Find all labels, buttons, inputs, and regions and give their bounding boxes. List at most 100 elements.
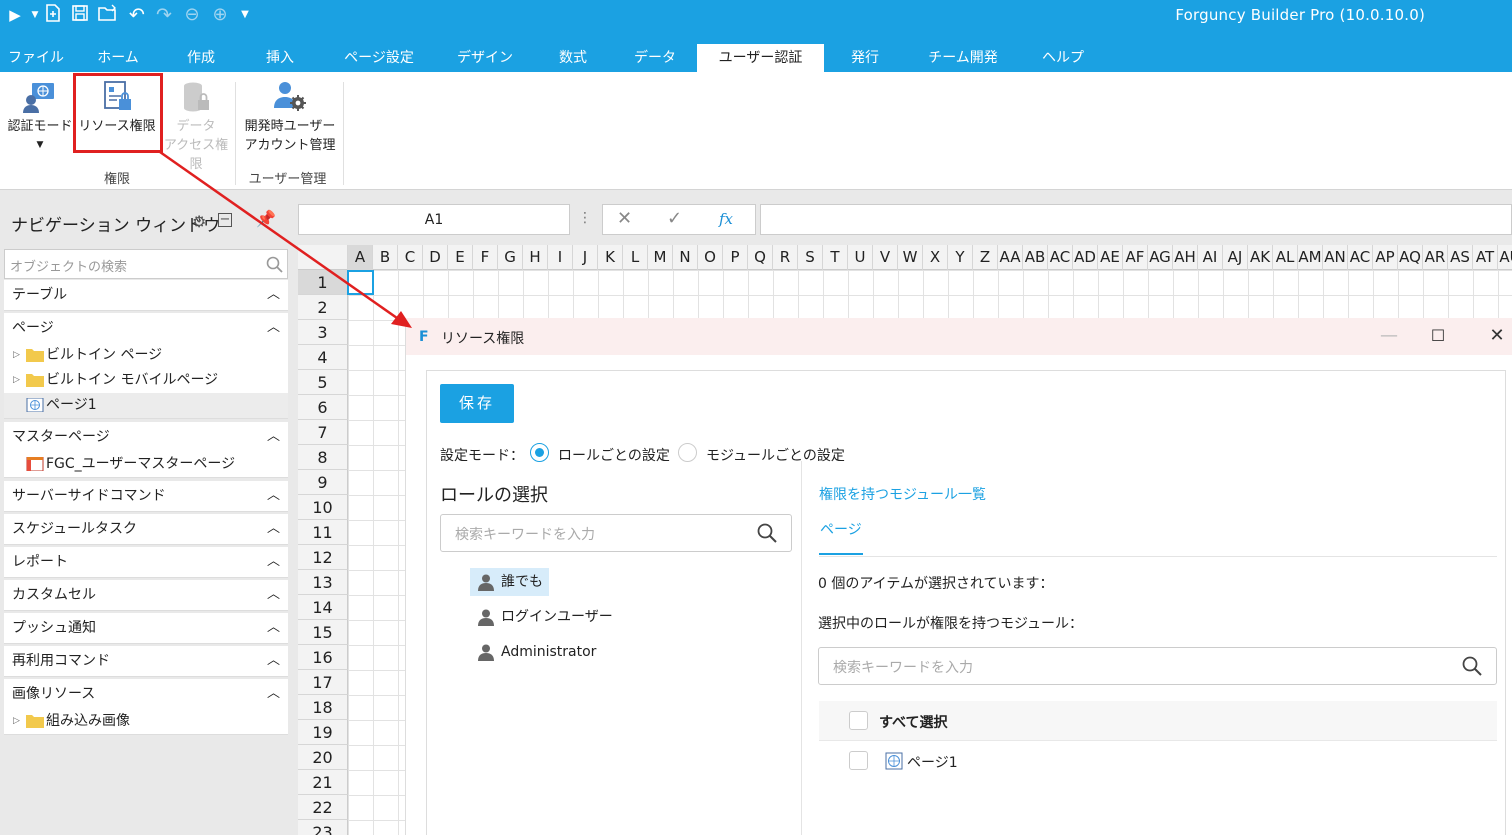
- row-header[interactable]: 6: [298, 395, 348, 420]
- nav-section-image[interactable]: 画像リソース ︿ ▷ 組み込み画像: [4, 679, 288, 735]
- selected-cell[interactable]: [347, 270, 374, 295]
- nav-section-server-cmd[interactable]: サーバーサイドコマンド ︿: [4, 481, 288, 512]
- more-icon[interactable]: ⋮: [578, 210, 592, 226]
- chevron-up-icon[interactable]: ︿: [267, 280, 280, 310]
- tab-page-setup[interactable]: ページ設定: [327, 44, 431, 72]
- chevron-up-icon[interactable]: ︿: [267, 646, 280, 676]
- nav-section-table[interactable]: テーブル ︿: [4, 280, 288, 311]
- close-icon[interactable]: ✕: [1485, 324, 1509, 348]
- tab-insert[interactable]: 挿入: [244, 44, 316, 72]
- gear-icon[interactable]: ⚙: [192, 212, 206, 231]
- expand-icon[interactable]: ▷: [13, 709, 20, 734]
- nav-search-input[interactable]: オブジェクトの検索: [4, 249, 288, 279]
- row-header[interactable]: 1: [298, 270, 348, 295]
- column-header[interactable]: G: [498, 245, 523, 270]
- column-header[interactable]: AC: [1048, 245, 1073, 270]
- radio-module-label[interactable]: モジュールごとの設定: [706, 445, 845, 465]
- column-header[interactable]: AE: [1098, 245, 1123, 270]
- column-header[interactable]: AK: [1248, 245, 1273, 270]
- tab-file[interactable]: ファイル: [0, 44, 72, 72]
- tab-home[interactable]: ホーム: [82, 44, 154, 72]
- column-header[interactable]: AN: [1323, 245, 1348, 270]
- row-header[interactable]: 10: [298, 495, 348, 520]
- tree-item-builtin-images[interactable]: ▷ 組み込み画像: [4, 709, 288, 734]
- column-header[interactable]: S: [798, 245, 823, 270]
- minimize-icon[interactable]: —: [1377, 324, 1401, 348]
- tab-team-dev[interactable]: チーム開発: [915, 44, 1011, 72]
- column-header[interactable]: N: [673, 245, 698, 270]
- save-icon[interactable]: [69, 4, 91, 26]
- row-header[interactable]: 4: [298, 345, 348, 370]
- expand-icon[interactable]: ▷: [13, 368, 20, 393]
- column-header[interactable]: A: [348, 245, 373, 270]
- module-list-link[interactable]: 権限を持つモジュール一覧: [819, 484, 986, 504]
- tree-item-builtin-page[interactable]: ▷ ビルトイン ページ: [4, 343, 288, 368]
- tab-design[interactable]: デザイン: [445, 44, 525, 72]
- tab-user-auth[interactable]: ユーザー認証: [697, 44, 824, 72]
- column-header[interactable]: U: [848, 245, 873, 270]
- row-header[interactable]: 20: [298, 745, 348, 770]
- select-all-checkbox[interactable]: [849, 711, 868, 730]
- column-header[interactable]: X: [923, 245, 948, 270]
- column-header[interactable]: AM: [1298, 245, 1323, 270]
- tab-help[interactable]: ヘルプ: [1027, 44, 1099, 72]
- column-header[interactable]: T: [823, 245, 848, 270]
- expand-icon[interactable]: ▷: [13, 343, 20, 368]
- row-header[interactable]: 8: [298, 445, 348, 470]
- radio-role-label[interactable]: ロールごとの設定: [558, 445, 670, 465]
- column-header[interactable]: AU: [1498, 245, 1512, 270]
- pin-icon[interactable]: 📌: [256, 209, 276, 228]
- row-header[interactable]: 22: [298, 795, 348, 820]
- chevron-up-icon[interactable]: ︿: [267, 422, 280, 452]
- column-header[interactable]: AD: [1073, 245, 1098, 270]
- row-header[interactable]: 12: [298, 545, 348, 570]
- radio-role-mode[interactable]: [530, 443, 549, 462]
- nav-section-custom-cell[interactable]: カスタムセル ︿: [4, 580, 288, 611]
- row-header[interactable]: 16: [298, 645, 348, 670]
- row-header[interactable]: 9: [298, 470, 348, 495]
- row-header[interactable]: 23: [298, 820, 348, 835]
- column-header[interactable]: AF: [1123, 245, 1148, 270]
- tree-item-builtin-mobile[interactable]: ▷ ビルトイン モバイルページ: [4, 368, 288, 393]
- column-header[interactable]: Z: [973, 245, 998, 270]
- chevron-up-icon[interactable]: ︿: [267, 580, 280, 610]
- column-header[interactable]: AH: [1173, 245, 1198, 270]
- column-header[interactable]: AQ: [1398, 245, 1423, 270]
- column-header[interactable]: M: [648, 245, 673, 270]
- module-search-input[interactable]: 検索キーワードを入力: [818, 647, 1497, 685]
- nav-section-schedule[interactable]: スケジュールタスク ︿: [4, 514, 288, 545]
- column-header[interactable]: W: [898, 245, 923, 270]
- fx-icon[interactable]: fx: [719, 210, 733, 228]
- undo-icon[interactable]: ↶: [126, 4, 148, 26]
- column-header[interactable]: F: [473, 245, 498, 270]
- column-header[interactable]: V: [873, 245, 898, 270]
- role-search-input[interactable]: 検索キーワードを入力: [440, 514, 792, 552]
- row-header[interactable]: 21: [298, 770, 348, 795]
- auth-mode-button[interactable]: 認証モード ▼: [4, 80, 76, 155]
- grid-corner[interactable]: [298, 245, 348, 270]
- column-header[interactable]: P: [723, 245, 748, 270]
- column-header[interactable]: E: [448, 245, 473, 270]
- chevron-up-icon[interactable]: ︿: [267, 481, 280, 511]
- column-header[interactable]: D: [423, 245, 448, 270]
- column-header[interactable]: AR: [1423, 245, 1448, 270]
- customize-icon[interactable]: ▼: [234, 4, 256, 26]
- column-header[interactable]: O: [698, 245, 723, 270]
- role-item-everyone[interactable]: 誰でも: [470, 568, 549, 596]
- row-header[interactable]: 2: [298, 295, 348, 320]
- save-button[interactable]: 保存: [440, 384, 514, 423]
- row-header[interactable]: 17: [298, 670, 348, 695]
- column-header[interactable]: AI: [1198, 245, 1223, 270]
- column-header[interactable]: AL: [1273, 245, 1298, 270]
- column-header[interactable]: L: [623, 245, 648, 270]
- chevron-up-icon[interactable]: ︿: [267, 547, 280, 577]
- tab-publish[interactable]: 発行: [829, 44, 901, 72]
- check-icon[interactable]: ✓: [667, 208, 682, 229]
- chevron-up-icon[interactable]: ︿: [267, 313, 280, 343]
- column-header[interactable]: Q: [748, 245, 773, 270]
- column-header[interactable]: AB: [1023, 245, 1048, 270]
- cancel-icon[interactable]: ✕: [617, 208, 632, 229]
- formula-input[interactable]: [760, 204, 1512, 235]
- tree-item-page1[interactable]: ページ1: [4, 393, 288, 418]
- nav-section-report[interactable]: レポート ︿: [4, 547, 288, 578]
